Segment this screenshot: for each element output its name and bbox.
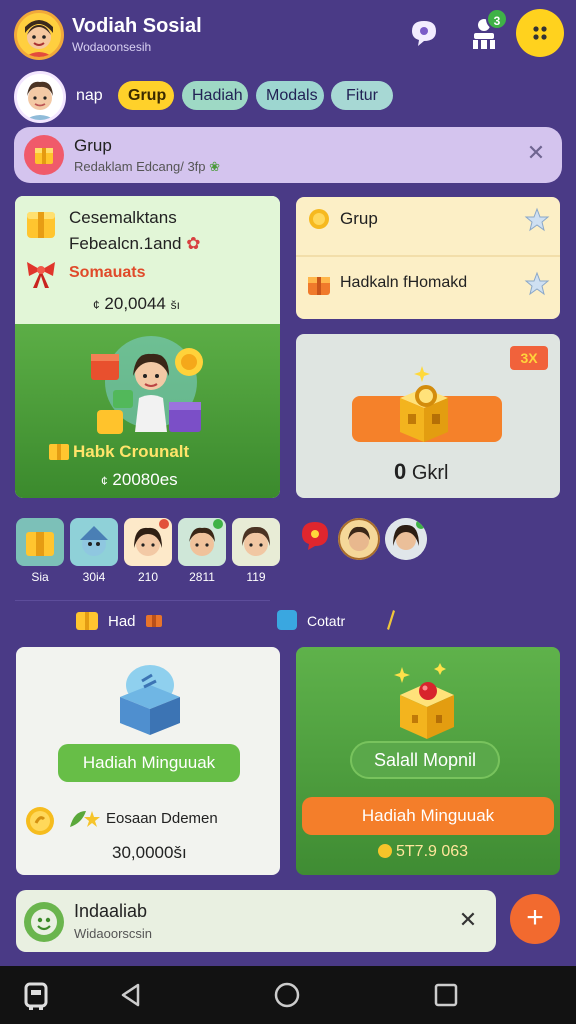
- friend-avatar-5[interactable]: [232, 518, 280, 566]
- featured-title-1: Cesemalktans: [69, 208, 177, 227]
- special-reward-card: Salall Mopnil Hadiah Minguuak 5T7.9 063: [296, 647, 560, 875]
- featured-subtitle: Somauats: [69, 264, 146, 281]
- friend-avatar-1[interactable]: [16, 518, 64, 566]
- tab-grup[interactable]: Grup: [118, 81, 174, 110]
- group-notification[interactable]: Grup Redaklam Edcang/ 3fp ❀ ✕: [14, 127, 562, 183]
- info-icon: [277, 610, 297, 630]
- featured-amount-2-value: 20080es: [112, 470, 178, 489]
- special-reward-button[interactable]: Hadiah Minguuak: [302, 797, 554, 835]
- user-avatar[interactable]: [14, 71, 66, 123]
- chest-count-number: 0: [394, 459, 407, 484]
- notification-subtitle: Redaklam Edcang/ 3fp ❀: [74, 159, 220, 175]
- gift-box-icon: [27, 212, 55, 238]
- profile-avatar[interactable]: [14, 10, 64, 60]
- list-item-grup[interactable]: Grup: [340, 209, 378, 229]
- ribbon-bow-icon: [27, 262, 55, 288]
- system-nav-bar: [0, 966, 576, 1024]
- app-header: Vodiah Sosial Wodaoonsesih 3: [0, 0, 576, 68]
- featured-title-2: Febealcn.1and ✿: [69, 234, 200, 254]
- featured-amount-suffix: šı: [170, 298, 180, 312]
- add-button[interactable]: +: [510, 894, 560, 944]
- small-chest-icon: [146, 615, 162, 627]
- bottom-notification-subtitle: Widaoorscsin: [74, 926, 153, 941]
- section-label-left: Had: [108, 613, 136, 630]
- featured-amount-2-prefix: ¢: [101, 474, 108, 488]
- featured-label: Habk Crounalt: [73, 442, 190, 461]
- sparkle-icon: ✿: [186, 234, 201, 253]
- smile-icon: [24, 902, 64, 942]
- reward-chest-card[interactable]: 3X 0 Gkrl: [296, 334, 560, 498]
- weekly-reward-amount: 30,0000šı: [112, 843, 187, 862]
- menu-button[interactable]: [516, 9, 564, 57]
- box-icon: [76, 612, 98, 630]
- friend-label-1: Sia: [31, 570, 49, 584]
- chest-count-label: Gkrl: [411, 462, 449, 484]
- special-reward-amount: 5T7.9 063: [396, 843, 469, 860]
- pencil-icon[interactable]: [386, 609, 396, 631]
- friend-label-4: 2811: [189, 570, 215, 584]
- notification-badge: 3: [486, 8, 508, 30]
- featured-amount-2: ¢ 20080es: [101, 470, 178, 490]
- friend-avatar-7[interactable]: [385, 518, 427, 560]
- coin-icon: [378, 844, 392, 858]
- notification-title: Grup: [74, 136, 112, 155]
- app-home-icon[interactable]: [22, 980, 50, 1010]
- character-with-boxes-illustration: [91, 336, 203, 434]
- friend-avatar-4[interactable]: [178, 518, 226, 566]
- star-icon[interactable]: [524, 271, 550, 297]
- red-speech-icon[interactable]: [298, 518, 332, 552]
- list-item-hadiah[interactable]: Hadkaln fHomakd: [340, 274, 467, 292]
- close-icon[interactable]: ✕: [456, 908, 480, 932]
- friend-avatar-6[interactable]: [338, 518, 380, 560]
- featured-amount-prefix: ¢: [93, 298, 100, 312]
- chest-icon: [308, 277, 330, 295]
- leaf-star-icon: [70, 811, 100, 827]
- special-reward-title: Salall Mopnil: [350, 741, 500, 779]
- section-divider: [15, 600, 270, 601]
- home-icon[interactable]: [274, 982, 300, 1008]
- recent-apps-icon[interactable]: [434, 983, 458, 1007]
- tab-fitur[interactable]: Fitur: [331, 81, 393, 110]
- featured-amount: ¢ 20,0044 šı: [93, 294, 180, 314]
- grid-icon: [533, 26, 547, 40]
- weekly-reward-card: Hadiah Minguuak Eosaan Ddemen 30,0000šı: [16, 647, 280, 875]
- chat-icon[interactable]: [408, 17, 440, 49]
- group-list-card: Grup Hadkaln fHomakd: [296, 197, 560, 319]
- divider: [296, 255, 560, 257]
- friend-avatar-2[interactable]: [70, 518, 118, 566]
- notification-subtitle-text: Redaklam Edcang/ 3fp: [74, 159, 206, 174]
- star-icon[interactable]: [524, 207, 550, 233]
- leaf-icon: ❀: [209, 159, 221, 174]
- featured-title-2-text: Febealcn.1and: [69, 234, 182, 253]
- bottom-notification[interactable]: Indaaliab Widaoorscsin ✕: [16, 890, 496, 952]
- back-icon[interactable]: [118, 982, 144, 1008]
- friend-avatar-3[interactable]: [124, 518, 172, 566]
- chest-count: 0 Gkrl: [394, 459, 448, 485]
- featured-card[interactable]: Cesemalktans Febealcn.1and ✿ Somauats ¢ …: [15, 196, 280, 498]
- multiplier-badge: 3X: [510, 346, 548, 370]
- bottom-notification-title: Indaaliab: [74, 901, 148, 921]
- app-subtitle: Wodaoonsesih: [72, 40, 152, 54]
- weekly-reward-label: Eosaan Ddemen: [106, 810, 218, 827]
- gift-with-apple-icon: [394, 663, 454, 739]
- friend-label-5: 119: [246, 570, 266, 584]
- tab-hadiah[interactable]: Hadiah: [182, 81, 248, 110]
- box-icon: [49, 444, 69, 460]
- tab-modals[interactable]: Modals: [256, 81, 324, 110]
- golden-chest-icon: [400, 366, 448, 442]
- blue-box-icon: [120, 665, 180, 735]
- coin-icon: [26, 807, 54, 835]
- section-label-right: Cotatr: [307, 613, 346, 629]
- featured-amount-value: 20,0044: [104, 294, 166, 313]
- friend-label-2: 30i4: [82, 570, 106, 584]
- featured-card-header: Cesemalktans Febealcn.1and ✿ Somauats ¢ …: [15, 196, 280, 324]
- friend-label-3: 210: [137, 570, 159, 584]
- group-box-icon: [24, 135, 64, 175]
- weekly-reward-button[interactable]: Hadiah Minguuak: [58, 744, 240, 782]
- tab-nap[interactable]: nap: [76, 81, 103, 110]
- close-icon[interactable]: ✕: [524, 141, 548, 165]
- featured-card-body: Habk Crounalt ¢ 20080es: [15, 324, 280, 498]
- app-title: Vodiah Sosial: [72, 15, 202, 37]
- coin-stack-icon: [309, 209, 329, 229]
